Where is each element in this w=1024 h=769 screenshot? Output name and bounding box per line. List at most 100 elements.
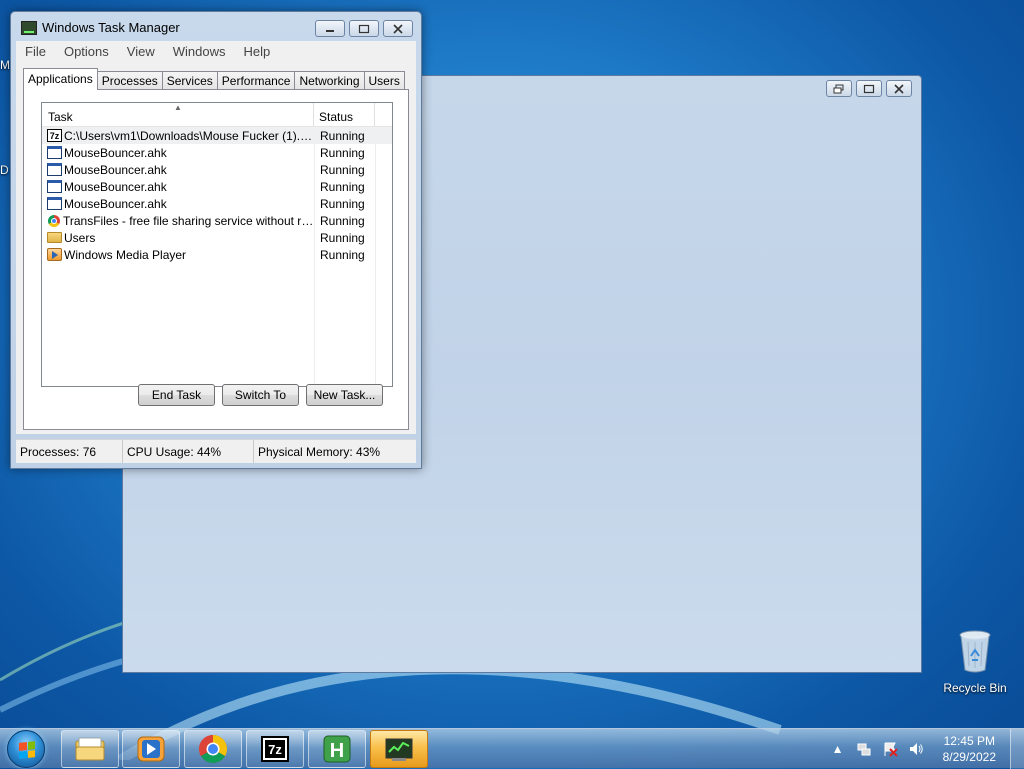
desktop-icon-label-partial[interactable]: M <box>0 58 10 72</box>
clock-date: 8/29/2022 <box>942 750 996 764</box>
tab-performance[interactable]: Performance <box>216 71 296 90</box>
clock-time: 12:45 PM <box>943 734 995 748</box>
task-status: Running <box>320 230 365 245</box>
sort-ascending-icon: ▲ <box>174 103 182 112</box>
maximize-button[interactable] <box>856 80 882 97</box>
network-icon[interactable] <box>856 741 872 757</box>
tab-services[interactable]: Services <box>161 71 218 90</box>
status-bar: Processes: 76 CPU Usage: 44% Physical Me… <box>16 439 416 463</box>
taskbar-explorer-button[interactable] <box>61 730 119 768</box>
show-hidden-icons-icon[interactable]: ▲ <box>830 741 846 757</box>
title-bar[interactable]: Windows Task Manager <box>21 20 180 35</box>
chrome-icon <box>199 735 227 763</box>
minimize-icon <box>326 29 334 32</box>
task-row[interactable]: MouseBouncer.ahk Running <box>42 144 392 161</box>
chrome-icon <box>48 214 60 227</box>
tab-applications[interactable]: Applications <box>23 68 98 90</box>
start-button[interactable] <box>7 730 45 768</box>
clock[interactable]: 12:45 PM 8/29/2022 <box>943 733 996 765</box>
task-manager-window[interactable]: Windows Task Manager File Options View W… <box>10 11 422 469</box>
task-row[interactable]: TransFiles - free file sharing service w… <box>42 212 392 229</box>
task-name: C:\Users\vm1\Downloads\Mouse Fucker (1).… <box>64 128 314 143</box>
desktop-icon-label-partial[interactable]: D <box>0 163 9 177</box>
task-list[interactable]: ▲ Task Status 7z C:\Users\vm1\Downloads\M… <box>41 102 393 387</box>
menu-windows[interactable]: Windows <box>164 44 235 59</box>
column-header-status-label: Status <box>319 110 354 124</box>
window-controls <box>315 20 413 37</box>
menu-view[interactable]: View <box>118 44 164 59</box>
column-header-status[interactable]: Status <box>314 103 375 126</box>
maximize-icon <box>358 24 370 33</box>
window-title: Windows Task Manager <box>42 20 180 35</box>
status-physical-memory: Physical Memory: 43% <box>258 444 381 459</box>
maximize-button[interactable] <box>349 20 379 37</box>
restore-button[interactable] <box>826 80 852 97</box>
task-row[interactable]: MouseBouncer.ahk Running <box>42 195 392 212</box>
media-player-icon <box>137 736 165 762</box>
window-icon <box>47 163 62 176</box>
show-desktop-button[interactable] <box>1010 729 1024 769</box>
switch-to-button[interactable]: Switch To <box>222 384 299 406</box>
window-icon <box>47 180 62 193</box>
folder-icon <box>47 232 62 243</box>
volume-icon[interactable] <box>908 741 924 757</box>
task-name: TransFiles - free file sharing service w… <box>63 213 314 228</box>
action-center-icon[interactable] <box>882 741 898 757</box>
window-controls <box>826 80 912 97</box>
tab-users[interactable]: Users <box>363 71 405 90</box>
window-icon <box>47 146 62 159</box>
task-cell: Users <box>42 231 314 245</box>
task-name: Users <box>64 230 96 245</box>
maximize-icon <box>863 84 875 93</box>
task-cell: MouseBouncer.ahk <box>42 197 314 211</box>
task-status: Running <box>320 213 365 228</box>
task-manager-icon <box>21 20 37 35</box>
taskbar-autohotkey-button[interactable]: H <box>308 730 366 768</box>
task-status: Running <box>320 196 365 211</box>
end-task-button[interactable]: End Task <box>138 384 215 406</box>
close-button[interactable] <box>383 20 413 37</box>
task-name: Windows Media Player <box>64 247 187 262</box>
task-cell: MouseBouncer.ahk <box>42 163 314 177</box>
task-cell: 7z C:\Users\vm1\Downloads\Mouse Fucker (1… <box>42 129 314 143</box>
column-header-task[interactable]: ▲ Task <box>42 103 314 126</box>
taskbar-media-player-button[interactable] <box>122 730 180 768</box>
minimize-button[interactable] <box>315 20 345 37</box>
taskbar: 7z H ▲ 12:45 PM 8/29/2022 <box>0 728 1024 769</box>
task-row[interactable]: MouseBouncer.ahk Running <box>42 178 392 195</box>
close-icon <box>393 23 403 34</box>
svg-text:7z: 7z <box>268 742 282 757</box>
column-header-task-label: Task <box>48 110 73 124</box>
explorer-icon <box>75 737 105 761</box>
recycle-bin-label: Recycle Bin <box>943 681 1007 695</box>
task-row[interactable]: Windows Media Player Running <box>42 246 392 263</box>
menu-bar: File Options View Windows Help <box>16 41 416 62</box>
new-task-button[interactable]: New Task... <box>306 384 383 406</box>
task-name: MouseBouncer.ahk <box>64 179 167 194</box>
task-cell: MouseBouncer.ahk <box>42 180 314 194</box>
task-manager-icon <box>385 738 413 761</box>
task-status: Running <box>320 247 365 262</box>
taskbar-chrome-button[interactable] <box>184 730 242 768</box>
window-icon <box>47 197 62 210</box>
menu-file[interactable]: File <box>16 44 55 59</box>
tab-processes[interactable]: Processes <box>96 71 163 90</box>
taskbar-task-manager-button[interactable] <box>370 730 428 768</box>
7zip-icon: 7z <box>261 736 289 762</box>
task-name: MouseBouncer.ahk <box>64 162 167 177</box>
7zip-icon: 7z <box>47 129 62 142</box>
tab-networking[interactable]: Networking <box>294 71 365 90</box>
autohotkey-icon: H <box>323 735 351 763</box>
task-manager-body: Applications Processes Services Performa… <box>16 62 416 434</box>
recycle-bin[interactable]: Recycle Bin <box>942 630 1008 695</box>
task-row[interactable]: MouseBouncer.ahk Running <box>42 161 392 178</box>
task-list-header: ▲ Task Status <box>42 103 392 127</box>
menu-options[interactable]: Options <box>55 44 118 59</box>
task-cell: MouseBouncer.ahk <box>42 146 314 160</box>
menu-help[interactable]: Help <box>234 44 279 59</box>
task-row[interactable]: 7z C:\Users\vm1\Downloads\Mouse Fucker (1… <box>42 127 392 144</box>
status-cpu-usage: CPU Usage: 44% <box>123 440 254 463</box>
taskbar-7zip-button[interactable]: 7z <box>246 730 304 768</box>
close-button[interactable] <box>886 80 912 97</box>
task-row[interactable]: Users Running <box>42 229 392 246</box>
